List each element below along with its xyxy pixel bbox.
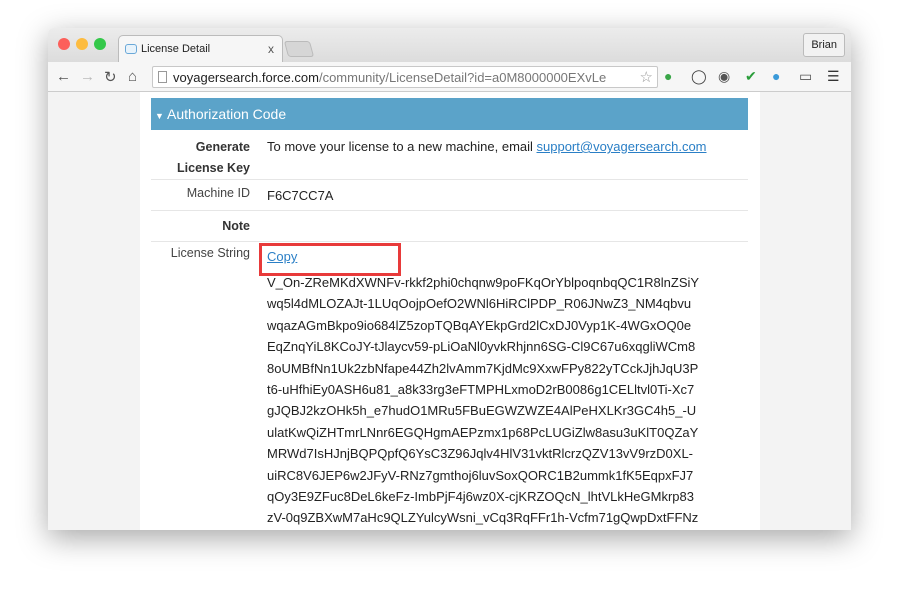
close-window-button[interactable] [58,38,70,50]
machine-label: Machine ID [186,186,250,200]
note-label: Note [222,219,250,233]
license-line: wq5l4dMLOZAJt-1LUqOojpOefO2WNl6HiRClPDP_… [267,296,692,312]
tab-close-icon[interactable]: x [268,42,274,56]
license-line: gJQBJ2kzOHk5h_e7hudO1MRu5FBuEGWZWZE4AlPe… [267,403,697,419]
caret-down-icon: ▼ [155,111,164,121]
support-email-link[interactable]: support@voyagersearch.com [537,139,707,154]
minimize-window-button[interactable] [76,38,88,50]
cast-icon[interactable]: ▭ [799,68,812,85]
generate-row: Generate License Key To move your licens… [151,136,748,180]
address-bar[interactable]: voyagersearch.force.com/community/Licens… [152,66,658,88]
url-path: /community/LicenseDetail?id=a0M8000000EX… [318,70,607,85]
back-icon[interactable]: ← [56,68,71,85]
license-label: License String [170,246,250,260]
maximize-window-button[interactable] [94,38,106,50]
url-host: voyagersearch.force.com [173,70,319,85]
menu-icon[interactable]: ☰ [827,68,840,85]
new-tab-button[interactable] [283,41,315,57]
profile-button[interactable]: Brian [803,33,845,57]
tab-title: License Detail [141,43,211,55]
page-content: ▼ Authorization Code Generate License Ke… [48,92,851,530]
generate-label: Generate License Key [177,140,250,175]
license-line: EqZnqYiL8KCoJY-tJlaycv59-pLiOaNl0yvkRhjn… [267,339,696,355]
tab-license-detail[interactable]: License Detail x [118,35,283,62]
license-line: t6-uHfhiEy0ASH6u81_a8k33rg3eFTMPHLxmoD2r… [267,382,695,398]
license-line: qOy3E9ZFuc8DeL6keFz-ImbPjF4j6wz0X-cjKRZO… [267,489,694,505]
page-icon [158,71,167,83]
generate-text: To move your license to a new machine, e… [267,136,707,157]
reload-icon[interactable]: ↻ [104,68,117,86]
license-line: V_On-ZReMKdXWNFv-rkkf2phi0chqnw9poFKqOrY… [267,275,700,290]
forward-icon[interactable]: → [80,68,95,85]
checkmark-icon[interactable]: ✔ [745,68,757,85]
title-bar: License Detail x Brian [48,28,851,62]
evernote-icon[interactable]: ◉ [718,68,730,85]
machine-row: Machine ID F6C7CC7A [151,180,748,211]
toolbar: ← → ↻ ⌂ voyagersearch.force.com/communit… [48,62,851,92]
home-icon[interactable]: ⌂ [128,68,137,85]
hangouts-icon[interactable]: ● [664,68,672,84]
license-line: MRWd7IsHJnjBQPQpfQ6YsC3Z96Jqlv4HlV31vktR… [267,446,694,462]
license-line: uiRC8V6JEP6w2JFyV-RNz7gmthoj6luvSoxQORC1… [267,467,694,483]
machine-id-value: F6C7CC7A [267,188,334,203]
generate-instructions: To move your license to a new machine, e… [267,139,537,154]
favicon-icon [125,44,137,54]
onepassword-icon[interactable]: ◯ [691,68,707,85]
extension-u-icon[interactable]: ● [772,68,780,84]
license-line: 8oUMBfNn1Uk2zbNfape44Zh2lvAmm7KjdMc9XxwF… [267,360,699,376]
license-line: zV-0q9ZBXwM7aHc9QLZYulcyWsni_vCq3RqFFr1h… [267,510,699,526]
note-row: Note [151,211,748,242]
license-line: ulatKwQiZHTmrLNnr6EGQHgmAEPzmx1p68PcLUGi… [267,424,699,440]
browser-window: License Detail x Brian ← → ↻ ⌂ voyagerse… [48,28,851,530]
section-title: Authorization Code [167,106,287,122]
license-line: wqazAGmBkpo9io684lZ5zopTQBqAYEkpGrd2lCxD… [267,317,692,333]
section-header[interactable]: ▼ Authorization Code [151,98,748,130]
license-string: V_On-ZReMKdXWNFv-rkkf2phi0chqnw9poFKqOrY… [267,272,699,529]
bookmark-star-icon[interactable]: ☆ [640,68,653,86]
